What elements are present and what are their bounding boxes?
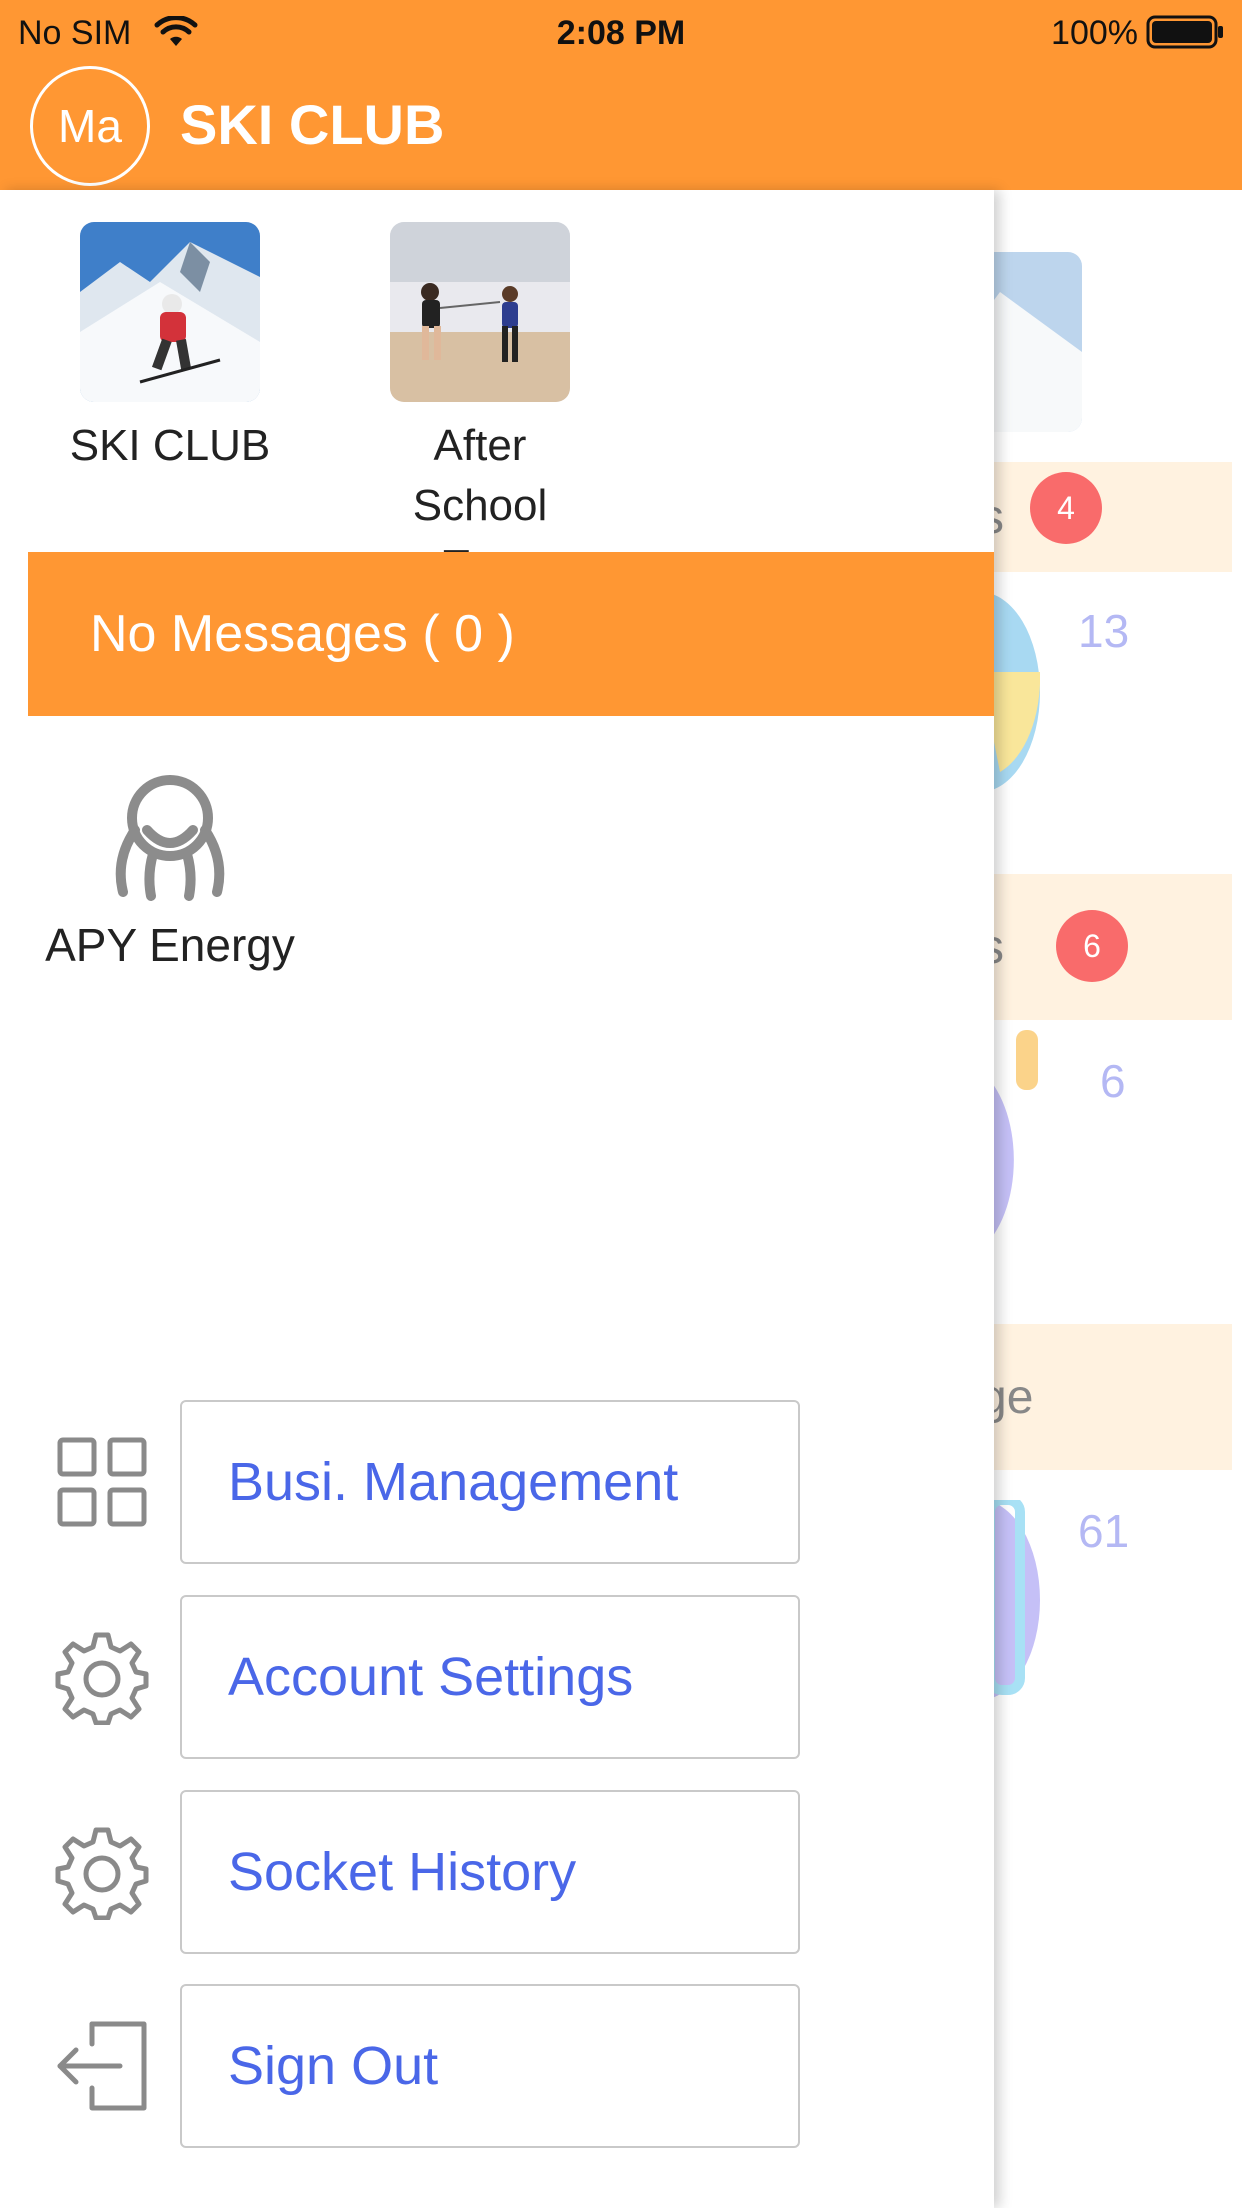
background-badge: 4	[1030, 472, 1102, 544]
avatar-initials: Ma	[58, 100, 122, 152]
sign-out-button[interactable]: Sign Out	[180, 1984, 800, 2148]
background-section-header: ge	[980, 1324, 1232, 1470]
menu-row-socket-history: Socket History	[0, 1790, 994, 1954]
menu-row-sign-out: Sign Out	[0, 1984, 994, 2148]
background-section-header: s	[980, 462, 1232, 572]
apy-energy-logo-icon	[115, 775, 225, 901]
menu-row-busi-management: Busi. Management	[0, 1400, 994, 1564]
club-item-ski-club[interactable]: SKI CLUB	[60, 222, 280, 476]
club-item-after-school[interactable]: After School Tr...	[370, 222, 590, 596]
messages-bar[interactable]: No Messages ( 0 )	[28, 552, 994, 716]
grid-icon	[57, 1437, 147, 1527]
status-battery: 100%	[1051, 14, 1138, 52]
socket-history-button[interactable]: Socket History	[180, 1790, 800, 1954]
app-screen: s 4 13 s 6 6 ge	[0, 0, 1242, 2208]
ski-photo	[80, 222, 260, 402]
gear-icon	[55, 1632, 149, 1725]
avatar[interactable]: Ma	[30, 66, 150, 186]
fencing-photo	[390, 222, 570, 402]
background-number: 61	[1078, 1505, 1130, 1557]
background-number: 13	[1078, 605, 1130, 657]
partner-label: APY Energy	[45, 919, 295, 971]
sign-out-icon	[57, 2021, 147, 2111]
gear-icon	[55, 1827, 149, 1920]
top-bar: No SIM 2:08 PM 100% Ma SKI CLUB	[0, 0, 1242, 190]
background-number: 6	[1100, 1055, 1126, 1107]
side-drawer: SKI CLUB After School No Messages (0) …	[0, 190, 994, 2208]
menu-row-account-settings: Account Settings	[0, 1595, 994, 1759]
busi-management-button[interactable]: Busi. Management	[180, 1400, 800, 1564]
club-label: SKI CLUB	[69, 421, 271, 470]
battery-icon	[1146, 15, 1223, 49]
account-settings-button[interactable]: Account Settings	[180, 1595, 800, 1759]
background-badge: 6	[1056, 910, 1128, 982]
partner-apy-energy[interactable]: APY Energy	[20, 760, 320, 972]
page-title: SKI CLUB	[180, 93, 445, 156]
